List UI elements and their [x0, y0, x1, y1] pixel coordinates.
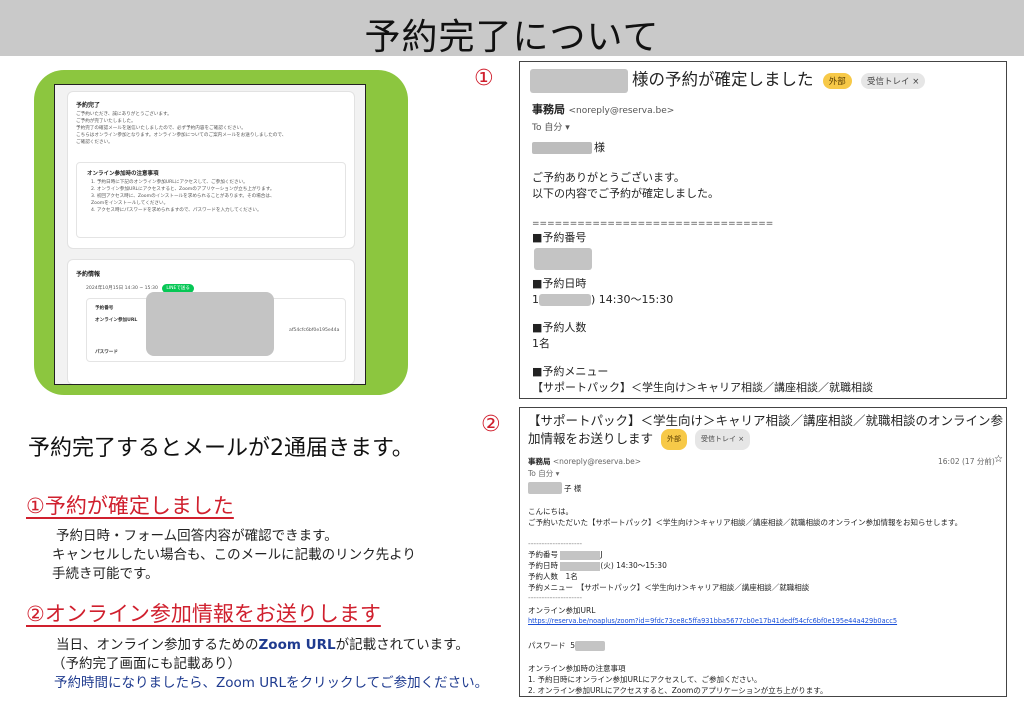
label-reservation-number: 予約番号 — [95, 306, 114, 311]
email1-label-people: ■予約人数 — [532, 321, 587, 334]
section1-heading: ①予約が確定しました — [26, 494, 234, 518]
redaction-mask — [528, 482, 562, 494]
email2-row-datetime: 予約日時 (火) 14:30～15:30 — [528, 561, 667, 571]
online-notes-list: 1. 予約日時に下記のオンライン参加URLにアクセスして、ご参加ください。 2.… — [91, 180, 275, 213]
completion-card: 予約完了 ご予約いただき、誠にありがとうございます。 ご予約が完了いたしました。… — [67, 91, 355, 249]
label-password: パスワード — [95, 350, 118, 355]
confirmation-email-screenshot: 様の予約が確定しました 外部 受信トレイ × 事務局 <noreply@rese… — [519, 61, 1007, 399]
email1-datetime: 1) 14:30～15:30 — [532, 293, 674, 306]
email2-subject: 【サポートパック】＜学生向け＞キャリア相談／講座相談／就職相談のオンライン参 加… — [528, 412, 1004, 450]
email2-row-number: 予約番号 J — [528, 550, 603, 560]
label-online-url: オンライン参加URL — [95, 318, 138, 323]
email1-label-number: ■予約番号 — [532, 231, 587, 244]
online-notes-heading: オンライン参加時の注意事項 — [87, 171, 159, 177]
inbox-label[interactable]: 受信トレイ × — [694, 429, 751, 450]
email2-salutation: 子 様 — [564, 484, 582, 493]
email2-notes-heading: オンライン参加時の注意事項 — [528, 664, 626, 673]
online-url-tail[interactable]: af54cfc6bf0e195e44a — [289, 327, 339, 334]
email1-label-menu: ■予約メニュー — [532, 365, 609, 378]
email2-time: 16:02 (17 分前) — [938, 457, 995, 466]
section1-text: 予約日時・フォーム回答内容が確認できます。 キャンセルしたい場合も、このメールに… — [52, 528, 416, 582]
email1-label-datetime: ■予約日時 — [532, 277, 587, 290]
redaction-mask — [534, 248, 592, 270]
title-bar: 予約完了について — [0, 0, 1024, 58]
external-badge: 外部 — [822, 72, 852, 89]
email1-menu: 【サポートパック】＜学生向け＞キャリア相談／講座相談／就職相談 — [532, 381, 873, 394]
email2-divider: -------------------- — [528, 539, 583, 548]
email2-url-label: オンライン参加URL — [528, 606, 596, 615]
redaction-mask — [146, 292, 274, 356]
inbox-label[interactable]: 受信トレイ × — [861, 72, 926, 89]
email2-note-2: 2. オンライン参加URLにアクセスすると、Zoomのアプリケーションが立ち上が… — [528, 686, 828, 695]
external-badge: 外部 — [661, 429, 687, 450]
star-icon[interactable]: ☆ — [994, 454, 1003, 465]
email1-subject: 様の予約が確定しました 外部 受信トレイ × — [632, 66, 926, 90]
email1-to[interactable]: To 自分 ▾ — [532, 120, 570, 136]
email1-body: ご予約ありがとうございます。 以下の内容でご予約が確定しました。 — [532, 171, 719, 200]
email2-body: ご予約いただいた【サポートパック】＜学生向け＞キャリア相談／講座相談／就職相談の… — [528, 518, 963, 527]
email2-note-1: 1. 予約日時にオンライン参加URLにアクセスして、ご参加ください。 — [528, 675, 762, 684]
lead-text: 予約完了するとメールが2通届きます。 — [28, 436, 414, 461]
email1-sender: 事務局 <noreply@reserva.be> — [532, 103, 675, 116]
email2-password: パスワード 5 — [528, 640, 606, 651]
marker-1: ① — [474, 66, 494, 91]
email2-to[interactable]: To 自分 ▾ — [528, 468, 559, 479]
completion-heading: 予約完了 — [76, 102, 101, 109]
completion-text: ご予約いただき、誠にありがとうございます。 ご予約が完了いたしました。 予約完了… — [76, 112, 287, 145]
page-title: 予約完了について — [364, 17, 660, 58]
email2-greeting: こんにちは。 — [528, 507, 573, 516]
section2-text: 当日、オンライン参加するためのZoom URLが記載されています。 （予約完了画… — [52, 637, 489, 691]
online-info-email-screenshot: 【サポートパック】＜学生向け＞キャリア相談／講座相談／就職相談のオンライン参 加… — [519, 407, 1007, 697]
email2-sender: 事務局 <noreply@reserva.be> — [528, 457, 642, 466]
reservation-complete-screenshot: 予約完了 ご予約いただき、誠にありがとうございます。 ご予約が完了いたしました。… — [54, 84, 366, 385]
email1-salutation: 様 — [594, 141, 605, 154]
email2-divider: -------------------- — [528, 593, 583, 602]
online-notes-box: オンライン参加時の注意事項 1. 予約日時に下記のオンライン参加URLにアクセス… — [76, 162, 346, 238]
redaction-mask — [532, 142, 592, 154]
email2-row-people: 予約人数 1名 — [528, 572, 578, 581]
email1-people: 1名 — [532, 337, 550, 350]
reservation-info-heading: 予約情報 — [76, 271, 101, 278]
section2-heading: ②オンライン参加情報をお送りします — [26, 602, 381, 626]
zoom-url-link[interactable]: https://reserva.be/noaplus/zoom?id=9fdc7… — [528, 616, 897, 627]
marker-2: ② — [481, 412, 501, 437]
redaction-mask — [530, 69, 628, 93]
